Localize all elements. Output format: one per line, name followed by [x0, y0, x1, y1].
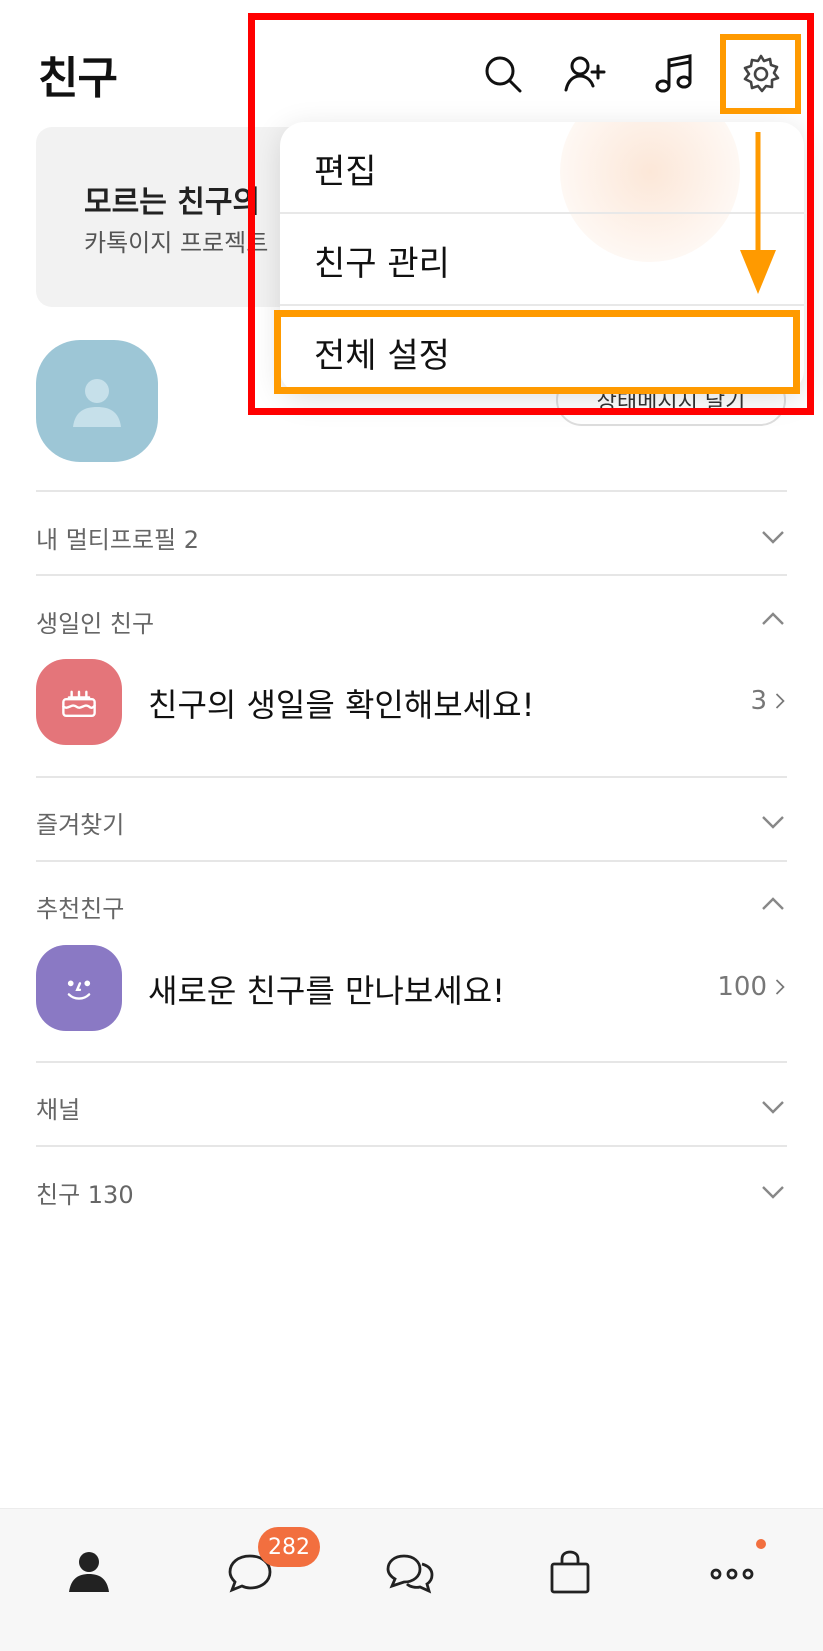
banner-subtitle: 카톡이지 프로젝트 [84, 229, 269, 257]
section-channel[interactable]: 채널 [36, 1090, 80, 1125]
friends-icon [69, 1552, 109, 1592]
shopping-tab[interactable] [535, 1537, 605, 1607]
birthday-count-value: 3 [750, 686, 767, 716]
friends-tab[interactable] [54, 1537, 124, 1607]
chevron-right-icon [775, 693, 785, 709]
section-birthday[interactable]: 생일인 친구 [36, 604, 154, 639]
page-title: 친구 [38, 53, 118, 104]
chevron-down-icon[interactable] [759, 807, 787, 835]
person-icon [73, 379, 121, 427]
section-multi-profile[interactable]: 내 멀티프로필 2 [36, 520, 199, 555]
chevron-right-icon [775, 979, 785, 995]
annotation-arrow-icon [740, 132, 776, 294]
bottom-nav: 282 [0, 1508, 823, 1651]
divider [36, 1145, 787, 1147]
birthday-count[interactable]: 3 [750, 686, 787, 716]
shopping-icon [550, 1550, 590, 1594]
annotation-orange-box-all-settings [274, 310, 800, 394]
open-chat-tab[interactable] [375, 1537, 445, 1607]
chevron-down-icon[interactable] [759, 522, 787, 550]
chevron-down-icon[interactable] [759, 1092, 787, 1120]
section-favorites[interactable]: 즐겨찾기 [36, 805, 124, 840]
divider [36, 776, 787, 778]
smile-face-icon [36, 945, 122, 1031]
divider [36, 860, 787, 862]
birthday-item-text[interactable]: 친구의 생일을 확인해보세요! [148, 680, 534, 726]
divider [36, 490, 787, 492]
chat-unread-badge: 282 [258, 1527, 320, 1567]
chevron-up-icon[interactable] [759, 891, 787, 919]
chevron-up-icon[interactable] [759, 606, 787, 634]
more-notification-dot [756, 1539, 766, 1549]
open-chat-icon [386, 1554, 434, 1594]
birthday-cake-icon [36, 659, 122, 745]
divider [36, 574, 787, 576]
chevron-down-icon[interactable] [759, 1177, 787, 1205]
recommended-count-value: 100 [717, 972, 767, 1002]
divider [36, 1061, 787, 1063]
avatar[interactable] [36, 340, 158, 462]
section-recommended[interactable]: 추천친구 [36, 889, 124, 924]
recommended-count[interactable]: 100 [717, 972, 787, 1002]
banner-title: 모르는 친구의 [84, 185, 261, 220]
section-friends[interactable]: 친구 130 [36, 1175, 134, 1210]
recommended-item-text[interactable]: 새로운 친구를 만나보세요! [148, 966, 505, 1012]
more-icon [710, 1568, 754, 1580]
annotation-orange-box-gear [720, 34, 801, 114]
